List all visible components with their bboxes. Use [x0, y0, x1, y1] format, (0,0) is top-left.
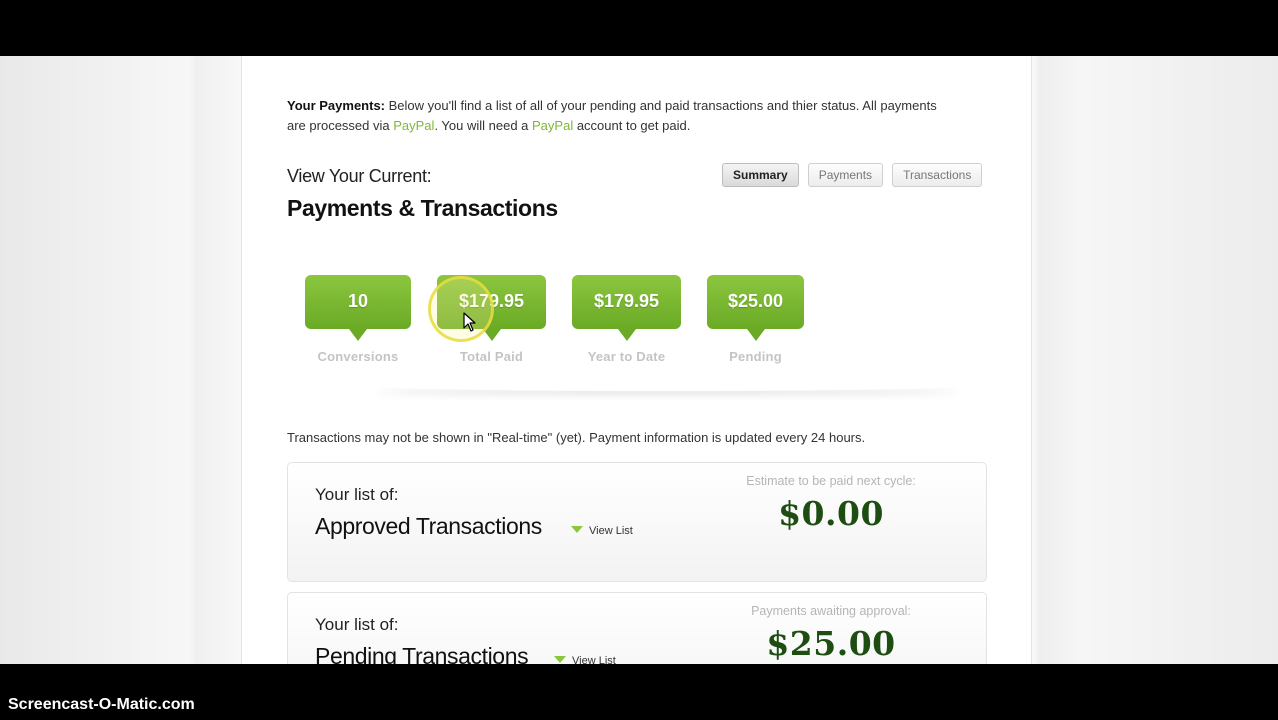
payments-page: Your Payments: Below you'll find a list …: [241, 56, 1032, 664]
video-top-letterbox: [0, 0, 1278, 56]
stat-conversions: 10 Conversions: [305, 275, 411, 364]
pending-view-list-label: View List: [572, 655, 616, 664]
pending-card-amount: $25.00: [766, 624, 896, 663]
stat-total-paid-label: Total Paid: [459, 349, 524, 364]
expand-triangle-icon: [554, 656, 566, 663]
pending-view-list-link[interactable]: View List: [554, 655, 616, 664]
stat-total-paid: $179.95 Total Paid: [437, 275, 546, 364]
stat-conversions-value: 10: [305, 275, 411, 341]
stats-shadow-divider: [372, 381, 962, 391]
intro-lead: Your Payments:: [287, 98, 386, 113]
tab-summary[interactable]: Summary: [722, 163, 799, 187]
stats-panel: 10 Conversions $179.95 Total Paid $179.9…: [272, 256, 972, 396]
view-current-label: View Your Current:: [287, 166, 432, 186]
paypal-link-1[interactable]: PayPal: [393, 118, 434, 133]
stat-year-to-date-label: Year to Date: [587, 349, 666, 364]
approved-view-list-link[interactable]: View List: [571, 525, 633, 537]
intro-text-3: account to get paid.: [573, 118, 691, 133]
approved-card-title: Approved Transactions: [315, 513, 542, 539]
stat-year-to-date: $179.95 Year to Date: [572, 275, 681, 364]
realtime-note: Transactions may not be shown in "Real-t…: [287, 430, 866, 445]
stat-pending: $25.00 Pending: [707, 275, 804, 364]
approved-card-pre: Your list of:: [315, 485, 399, 504]
tab-payments[interactable]: Payments: [807, 163, 884, 187]
stat-pending-value: $25.00: [707, 275, 804, 341]
approved-view-list-label: View List: [589, 525, 633, 537]
payments-intro: Your Payments: Below you'll find a list …: [287, 96, 947, 136]
pending-card-meta: Payments awaiting approval: $25.00: [721, 603, 941, 663]
browser-viewport: Your Payments: Below you'll find a list …: [0, 56, 1278, 664]
intro-text-2: . You will need a: [434, 118, 533, 133]
pending-card-caption: Payments awaiting approval:: [751, 604, 911, 618]
recorder-watermark: Screencast-O-Matic.com: [8, 696, 195, 713]
pending-card-title: Pending Transactions: [315, 643, 529, 664]
pending-card-pre: Your list of:: [315, 615, 399, 634]
stat-total-paid-value: $179.95: [437, 275, 546, 341]
stat-year-to-date-value: $179.95: [572, 275, 681, 341]
approved-card-caption: Estimate to be paid next cycle:: [746, 474, 916, 488]
stat-pending-label: Pending: [729, 349, 782, 364]
tab-transactions[interactable]: Transactions: [892, 163, 983, 187]
stat-conversions-label: Conversions: [317, 349, 399, 364]
approved-card-amount: $0.00: [778, 494, 884, 533]
pending-transactions-card: Your list of: Pending Transactions View …: [287, 592, 987, 664]
approved-card-meta: Estimate to be paid next cycle: $0.00: [721, 473, 941, 533]
approved-transactions-card: Your list of: Approved Transactions View…: [287, 462, 987, 582]
view-tabs: Summary Payments Transactions: [722, 163, 983, 187]
paypal-link-2[interactable]: PayPal: [532, 118, 573, 133]
expand-triangle-icon: [571, 526, 583, 533]
page-title: Payments & Transactions: [287, 195, 558, 221]
